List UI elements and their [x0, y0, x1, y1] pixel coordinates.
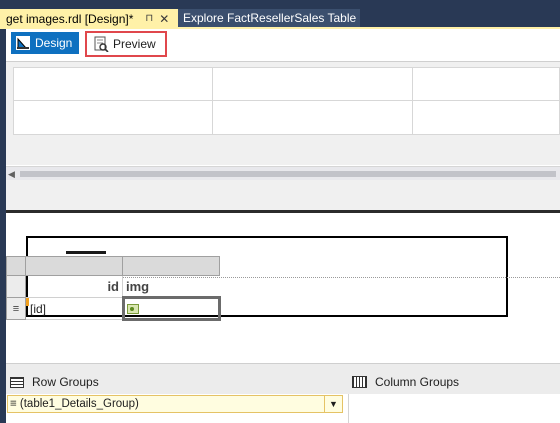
scroll-left-icon[interactable]: ◀: [8, 169, 15, 180]
detail-cell-id[interactable]: [id]: [26, 298, 123, 320]
scroll-thumb[interactable]: [20, 171, 556, 177]
row-group-item-label: ≡ (table1_Details_Group): [10, 398, 139, 410]
row-handle-details[interactable]: ≡: [6, 298, 26, 320]
header-cell-img[interactable]: img: [123, 276, 220, 298]
preview-tab-label: Preview: [113, 37, 156, 51]
report-body: ≡ id img [id]: [6, 213, 560, 363]
grid-cell[interactable]: [13, 100, 213, 135]
row-groups-header: Row Groups: [10, 375, 99, 389]
tab-get-images-design[interactable]: get images.rdl [Design]* ⊓ ✕: [0, 9, 178, 27]
row-handle-header[interactable]: [6, 276, 26, 298]
grid-cell[interactable]: [212, 67, 413, 101]
design-icon: [15, 35, 31, 51]
header-cell-id[interactable]: id: [26, 276, 123, 298]
detail-cell-id-text: [id]: [30, 301, 47, 316]
column-groups-label: Column Groups: [375, 375, 460, 389]
groups-divider: [348, 394, 349, 423]
column-handle-img[interactable]: [123, 256, 220, 276]
design-tab-label: Design: [35, 36, 73, 50]
column-groups-icon: [352, 376, 367, 388]
image-placeholder-icon: [127, 303, 139, 314]
row-groups-label: Row Groups: [32, 375, 99, 389]
tab-explore-factresellersales[interactable]: Explore FactResellerSales Table: [178, 9, 360, 27]
grid-cell[interactable]: [212, 100, 413, 135]
grid-cell[interactable]: [412, 100, 560, 135]
column-handle-id[interactable]: [26, 256, 123, 276]
chevron-down-icon[interactable]: ▼: [324, 396, 342, 412]
tab-label: get images.rdl [Design]*: [6, 11, 134, 26]
close-icon[interactable]: ✕: [159, 12, 169, 26]
tablix-corner-handle[interactable]: [6, 256, 26, 276]
group-marker: [26, 298, 29, 306]
pin-icon[interactable]: ⊓: [145, 13, 153, 24]
tab-label: Explore FactResellerSales Table: [183, 11, 357, 25]
column-groups-header: Column Groups: [352, 375, 459, 389]
row-group-details[interactable]: ≡ (table1_Details_Group) ▼: [7, 395, 343, 413]
preview-icon: [93, 36, 109, 53]
horizontal-scrollbar[interactable]: ◀: [6, 166, 560, 180]
report-designer: Design Preview ◀ ≡ id img [id] Row Group…: [6, 29, 560, 423]
preview-tab-button[interactable]: Preview: [85, 31, 167, 57]
grid-cell[interactable]: [412, 67, 560, 101]
row-groups-icon: [10, 376, 24, 388]
grouping-pane-body: ≡ (table1_Details_Group) ▼: [6, 394, 560, 423]
title-textbox-fragment: [66, 251, 106, 255]
report-grid-area: [6, 61, 560, 165]
designer-gap: [6, 180, 560, 210]
design-tab-button[interactable]: Design: [11, 32, 79, 54]
view-tab-bar: Design Preview: [6, 29, 560, 61]
grouping-pane-header: Row Groups Column Groups: [6, 363, 560, 394]
detail-cell-img[interactable]: [122, 296, 221, 321]
grid-cell[interactable]: [13, 67, 213, 101]
document-tab-bar: get images.rdl [Design]* ⊓ ✕ Explore Fac…: [0, 0, 560, 27]
